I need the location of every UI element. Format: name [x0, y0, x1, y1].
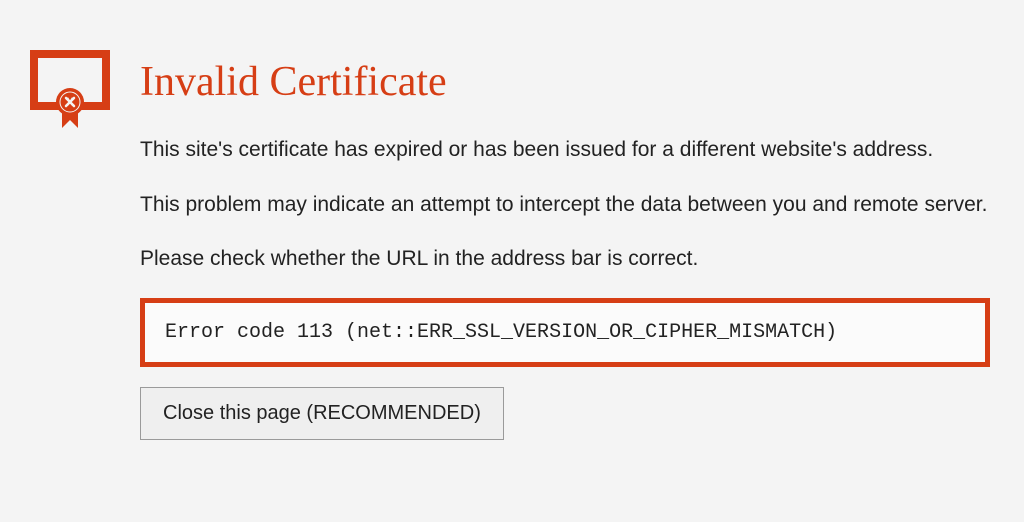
page-title: Invalid Certificate — [140, 58, 990, 106]
close-page-button[interactable]: Close this page (RECOMMENDED) — [140, 387, 504, 440]
content-column: Invalid Certificate This site's certific… — [140, 50, 990, 440]
description-paragraph-1: This site's certificate has expired or h… — [140, 134, 990, 167]
icon-column: X — [30, 50, 110, 440]
error-page-container: X Invalid Certificate This site's certif… — [30, 50, 994, 440]
svg-text:X: X — [66, 95, 74, 109]
description-paragraph-3: Please check whether the URL in the addr… — [140, 243, 990, 276]
error-code-box: Error code 113 (net::ERR_SSL_VERSION_OR_… — [140, 298, 990, 367]
description-paragraph-2: This problem may indicate an attempt to … — [140, 189, 990, 222]
invalid-certificate-icon: X — [30, 50, 110, 140]
